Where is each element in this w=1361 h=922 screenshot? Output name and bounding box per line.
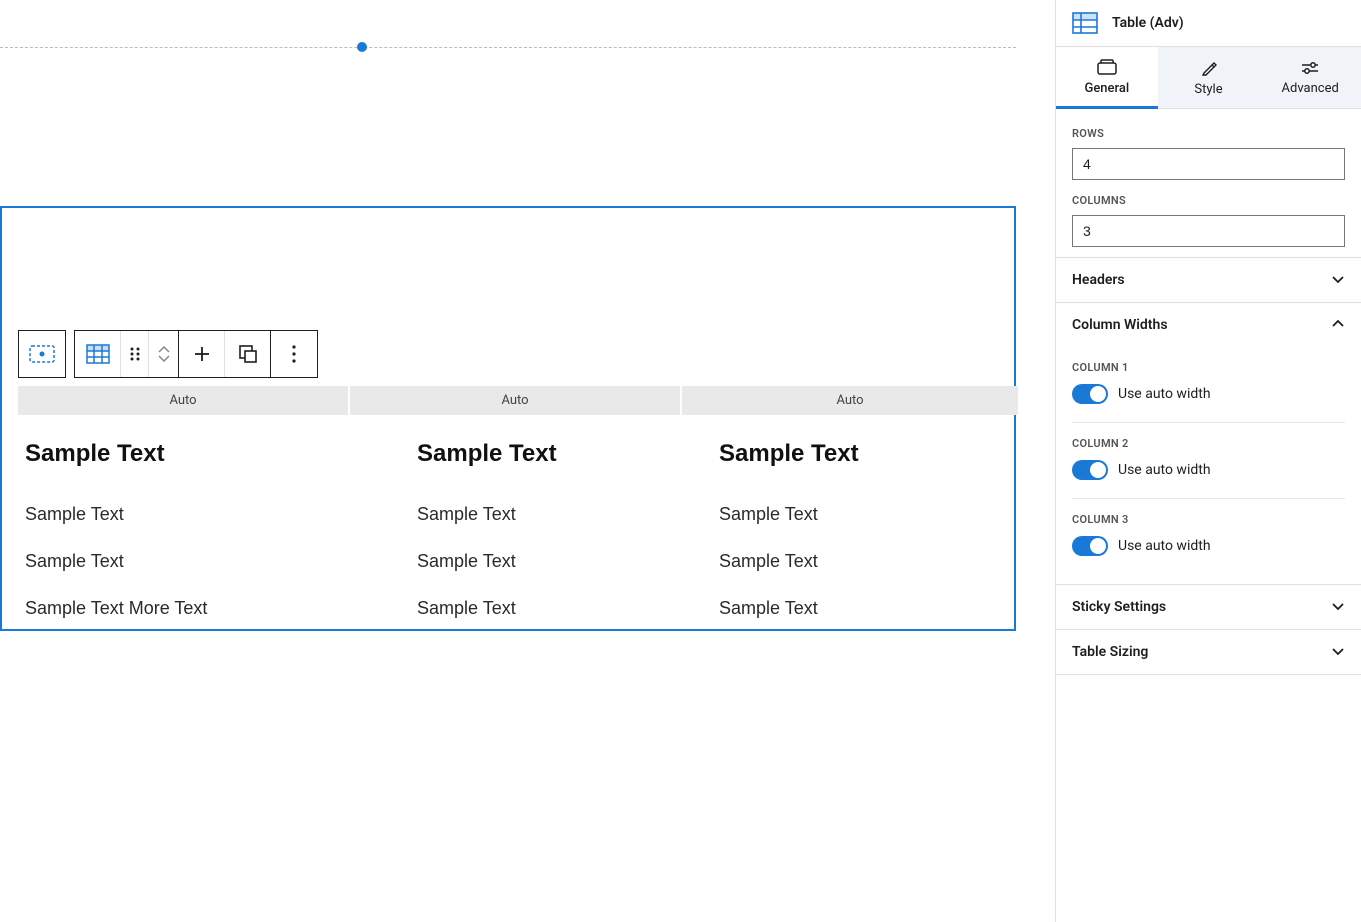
tab-label: Advanced [1282, 81, 1339, 96]
chevron-down-icon [1331, 272, 1345, 288]
rows-input[interactable] [1072, 148, 1345, 180]
accordion-column-widths[interactable]: Column Widths [1056, 303, 1361, 347]
table-cell[interactable]: Sample Text [25, 504, 417, 525]
chevron-up-icon [1331, 317, 1345, 333]
column-1-auto-toggle[interactable] [1072, 384, 1108, 404]
column-1-label: COLUMN 1 [1072, 361, 1345, 374]
block-type-button[interactable] [75, 331, 121, 377]
toggle-label: Use auto width [1118, 538, 1211, 554]
settings-sidebar: Table (Adv) General Style Advanced [1055, 0, 1361, 922]
block-toolbar [18, 330, 318, 378]
rows-label: ROWS [1072, 127, 1345, 140]
column-3-auto-toggle[interactable] [1072, 536, 1108, 556]
accordion-label: Headers [1072, 272, 1125, 288]
table-content: Sample Text Sample Text Sample Text Samp… [25, 440, 1015, 619]
accordion-sticky-settings[interactable]: Sticky Settings [1056, 585, 1361, 630]
move-up-button[interactable] [158, 346, 170, 354]
add-button[interactable] [179, 331, 225, 377]
resize-handle[interactable] [357, 42, 367, 52]
style-tab-icon [1201, 60, 1217, 76]
container-dashed-icon [29, 345, 55, 363]
advanced-tab-icon [1301, 61, 1319, 75]
chevron-down-icon [1331, 644, 1345, 660]
editor-canvas: Auto Auto Auto Sample Text Sample Text S… [0, 0, 1055, 922]
move-buttons [149, 331, 179, 377]
table-cell[interactable]: Sample Text More Text [25, 598, 417, 619]
table-icon [86, 344, 110, 364]
table-cell[interactable]: Sample Text [719, 504, 1015, 525]
chevron-down-icon [158, 354, 170, 362]
table-cell[interactable]: Sample Text [417, 598, 719, 619]
column-2-label: COLUMN 2 [1072, 437, 1345, 450]
chevron-down-icon [1331, 599, 1345, 615]
settings-tabs: General Style Advanced [1056, 47, 1361, 109]
plus-icon [193, 345, 211, 363]
column-header-3[interactable]: Auto [682, 386, 1018, 415]
column-widths-panel: COLUMN 1 Use auto width COLUMN 2 Use aut… [1056, 347, 1361, 585]
panel-dimensions: ROWS COLUMNS [1056, 109, 1361, 258]
tab-label: General [1084, 81, 1129, 96]
move-down-button[interactable] [158, 354, 170, 362]
chevron-up-icon [158, 346, 170, 354]
general-tab-icon [1097, 59, 1117, 75]
select-parent-button[interactable] [19, 331, 65, 377]
more-options-button[interactable] [271, 331, 317, 377]
overlap-button[interactable] [225, 331, 271, 377]
accordion-label: Column Widths [1072, 317, 1168, 333]
column-header-2[interactable]: Auto [350, 386, 682, 415]
toggle-label: Use auto width [1118, 386, 1211, 402]
table-cell[interactable]: Sample Text [719, 598, 1015, 619]
table-heading-cell[interactable]: Sample Text [417, 440, 719, 478]
tab-style[interactable]: Style [1158, 47, 1260, 108]
column-3-label: COLUMN 3 [1072, 513, 1345, 526]
toolbar-group-main [74, 330, 318, 378]
kebab-icon [292, 345, 296, 363]
accordion-label: Sticky Settings [1072, 599, 1166, 615]
alignment-guide [0, 47, 1016, 48]
table-cell[interactable]: Sample Text [417, 551, 719, 572]
block-name-label: Table (Adv) [1112, 15, 1184, 31]
tab-advanced[interactable]: Advanced [1259, 47, 1361, 108]
accordion-table-sizing[interactable]: Table Sizing [1056, 630, 1361, 675]
toolbar-group-parent [18, 330, 66, 378]
accordion-label: Table Sizing [1072, 644, 1148, 660]
accordion-headers[interactable]: Headers [1056, 258, 1361, 303]
column-header-1[interactable]: Auto [18, 386, 350, 415]
block-card: Table (Adv) [1056, 0, 1361, 47]
table-cell[interactable]: Sample Text [417, 504, 719, 525]
drag-icon [130, 347, 140, 361]
table-icon [1072, 12, 1098, 34]
table-heading-cell[interactable]: Sample Text [719, 440, 1015, 478]
tab-general[interactable]: General [1056, 47, 1158, 109]
table-cell[interactable]: Sample Text [25, 551, 417, 572]
overlap-icon [238, 344, 258, 364]
columns-input[interactable] [1072, 215, 1345, 247]
table-cell[interactable]: Sample Text [719, 551, 1015, 572]
tab-label: Style [1194, 82, 1222, 97]
column-2-auto-toggle[interactable] [1072, 460, 1108, 480]
table-heading-cell[interactable]: Sample Text [25, 440, 417, 478]
drag-handle[interactable] [121, 331, 149, 377]
columns-label: COLUMNS [1072, 194, 1345, 207]
column-width-bar: Auto Auto Auto [18, 386, 1018, 415]
toggle-label: Use auto width [1118, 462, 1211, 478]
